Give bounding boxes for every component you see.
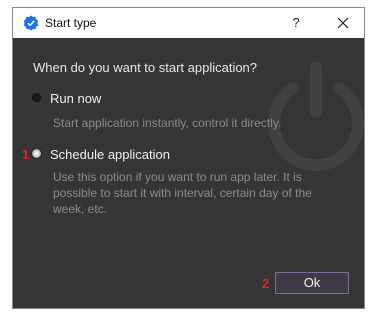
schedule-application-description: Use this option if you want to run app l… (53, 170, 312, 216)
ok-button[interactable]: Ok (275, 272, 349, 294)
close-icon[interactable] (333, 13, 353, 33)
help-button[interactable]: ? (287, 13, 305, 33)
run-now-radio[interactable] (31, 92, 42, 103)
run-now-description: Start application instantly, control it … (53, 116, 282, 130)
checkmark-shield-icon (23, 15, 39, 31)
annotation-marker-1: 1 (22, 147, 30, 162)
annotation-marker-2: 2 (262, 276, 270, 291)
schedule-application-label[interactable]: Schedule application (50, 147, 170, 162)
window-title: Start type (45, 16, 97, 30)
run-now-label[interactable]: Run now (50, 91, 101, 106)
dialog-body: When do you want to start application? R… (13, 38, 364, 308)
question-text: When do you want to start application? (33, 60, 258, 75)
schedule-application-radio[interactable] (31, 148, 42, 159)
title-bar: Start type ? (13, 8, 364, 38)
start-type-dialog: Start type ? When do you want to start a… (12, 7, 365, 309)
